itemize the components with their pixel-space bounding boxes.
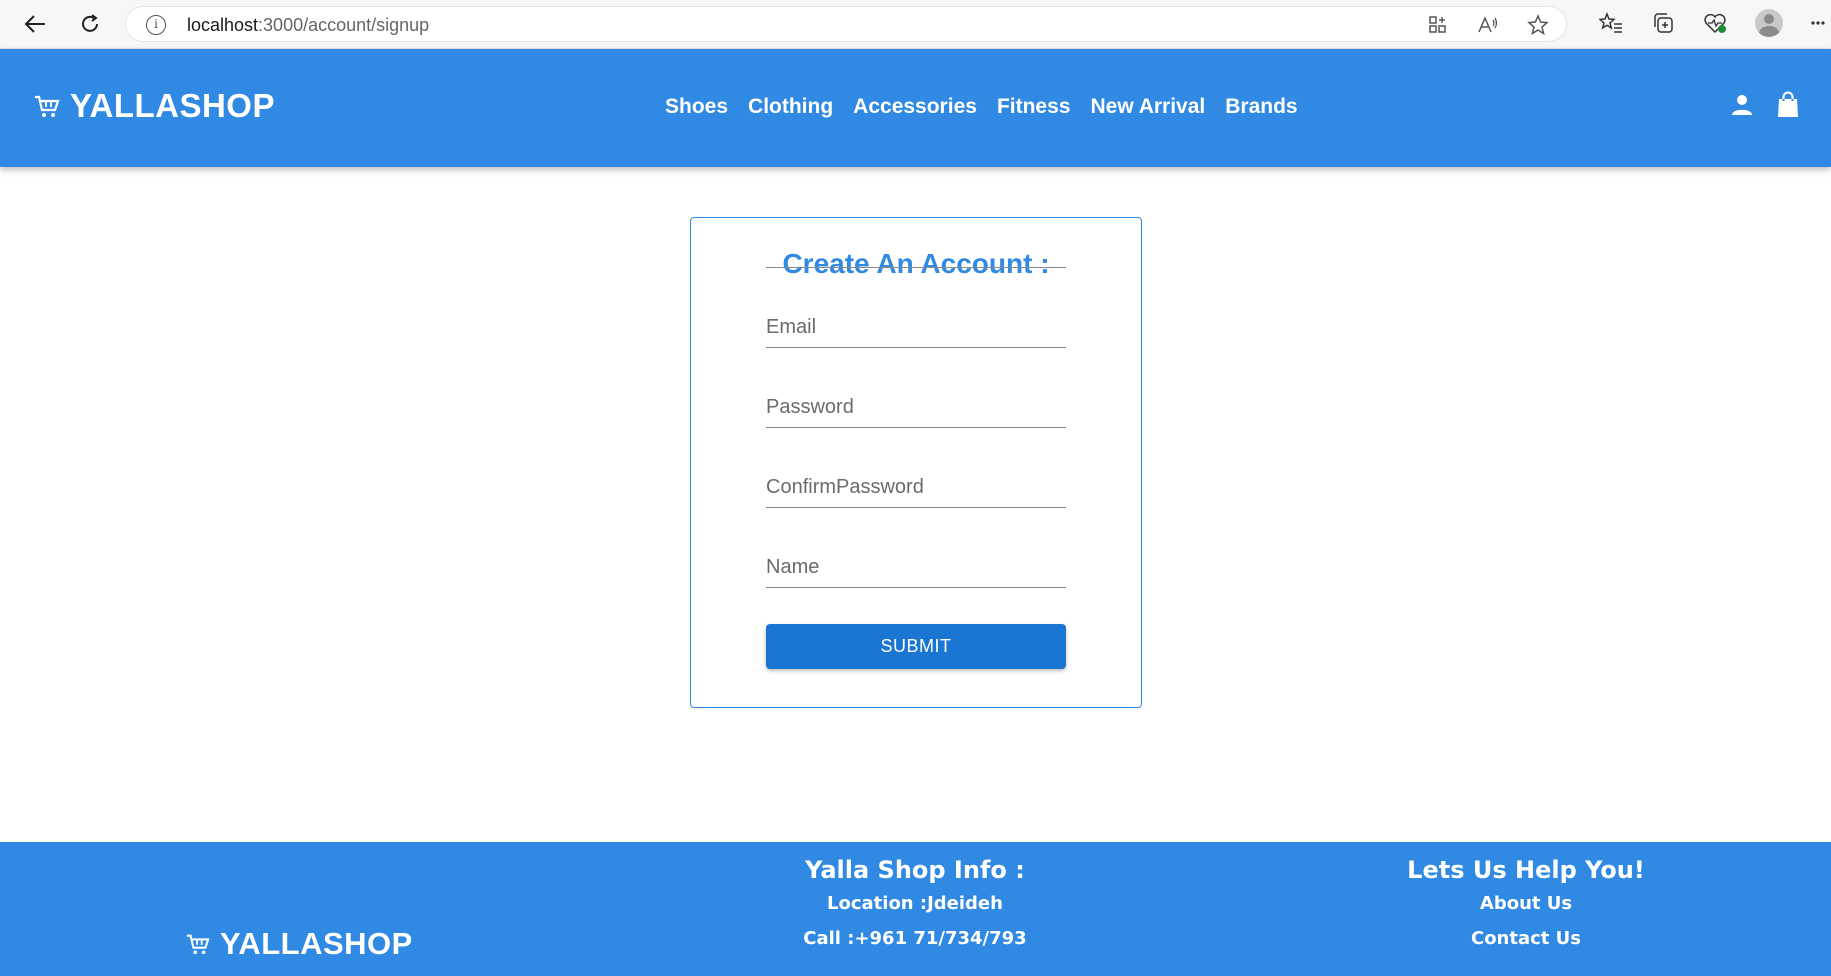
footer-phone: Call :+961 71/734/793: [803, 928, 1027, 949]
nav-accessories[interactable]: Accessories: [853, 95, 977, 119]
refresh-icon[interactable]: [75, 10, 105, 38]
profile-avatar[interactable]: [1755, 9, 1783, 37]
collections-icon[interactable]: [1651, 11, 1675, 35]
email-input[interactable]: [766, 316, 1066, 339]
nav-new-arrival[interactable]: New Arrival: [1090, 95, 1205, 119]
footer-logo[interactable]: YALLASHOP: [186, 926, 413, 962]
footer-cart-icon: [186, 934, 210, 955]
shopping-bag-icon[interactable]: [1775, 91, 1801, 119]
password-field[interactable]: [766, 378, 1066, 428]
confirm-password-field[interactable]: [766, 458, 1066, 508]
footer-info-title: Yalla Shop Info :: [805, 856, 1025, 884]
signup-card: Create An Account : SUBMIT: [690, 217, 1142, 708]
email-field[interactable]: [766, 298, 1066, 348]
more-options-icon[interactable]: [1811, 11, 1825, 35]
footer-help-title: Lets Us Help You!: [1407, 856, 1645, 884]
site-info-icon[interactable]: i: [146, 15, 166, 35]
apps-icon[interactable]: [1426, 13, 1450, 37]
footer-info-column: Yalla Shop Info : Location :Jdeideh Call…: [765, 856, 1065, 963]
browser-essentials-icon[interactable]: [1703, 11, 1727, 35]
site-logo[interactable]: YALLASHOP: [34, 87, 275, 125]
footer-help-column: Lets Us Help You! About Us Contact Us: [1376, 856, 1676, 963]
address-bar[interactable]: i localhost:3000/account/signup: [125, 6, 1567, 42]
read-aloud-icon[interactable]: [1476, 13, 1500, 37]
browser-toolbar: i localhost:3000/account/signup: [0, 0, 1831, 49]
cart-icon: [35, 95, 60, 117]
nav-shoes[interactable]: Shoes: [665, 95, 728, 119]
name-input[interactable]: [766, 556, 1066, 579]
confirm-password-input[interactable]: [766, 476, 1066, 499]
footer-link-about[interactable]: About Us: [1376, 893, 1676, 914]
site-footer: YALLASHOP Yalla Shop Info : Location :Jd…: [0, 842, 1831, 976]
logo-text: YALLASHOP: [70, 87, 275, 124]
submit-button[interactable]: SUBMIT: [766, 624, 1066, 669]
footer-logo-text: YALLASHOP: [220, 926, 413, 961]
email-field-wrapper: [766, 218, 1066, 268]
nav-brands[interactable]: Brands: [1225, 95, 1297, 119]
favorite-star-icon[interactable]: [1526, 13, 1550, 37]
name-field[interactable]: [766, 538, 1066, 588]
favorites-icon[interactable]: [1599, 11, 1623, 35]
account-icon[interactable]: [1729, 91, 1755, 119]
nav-clothing[interactable]: Clothing: [748, 95, 833, 119]
main-nav: Shoes Clothing Accessories Fitness New A…: [665, 95, 1298, 119]
footer-location: Location :Jdeideh: [827, 893, 1003, 914]
nav-fitness[interactable]: Fitness: [997, 95, 1071, 119]
url-text[interactable]: localhost:3000/account/signup: [187, 15, 429, 36]
back-arrow-icon[interactable]: [20, 10, 50, 38]
site-header: YALLASHOP Shoes Clothing Accessories Fit…: [0, 49, 1831, 167]
footer-link-contact[interactable]: Contact Us: [1376, 928, 1676, 949]
password-input[interactable]: [766, 396, 1066, 419]
